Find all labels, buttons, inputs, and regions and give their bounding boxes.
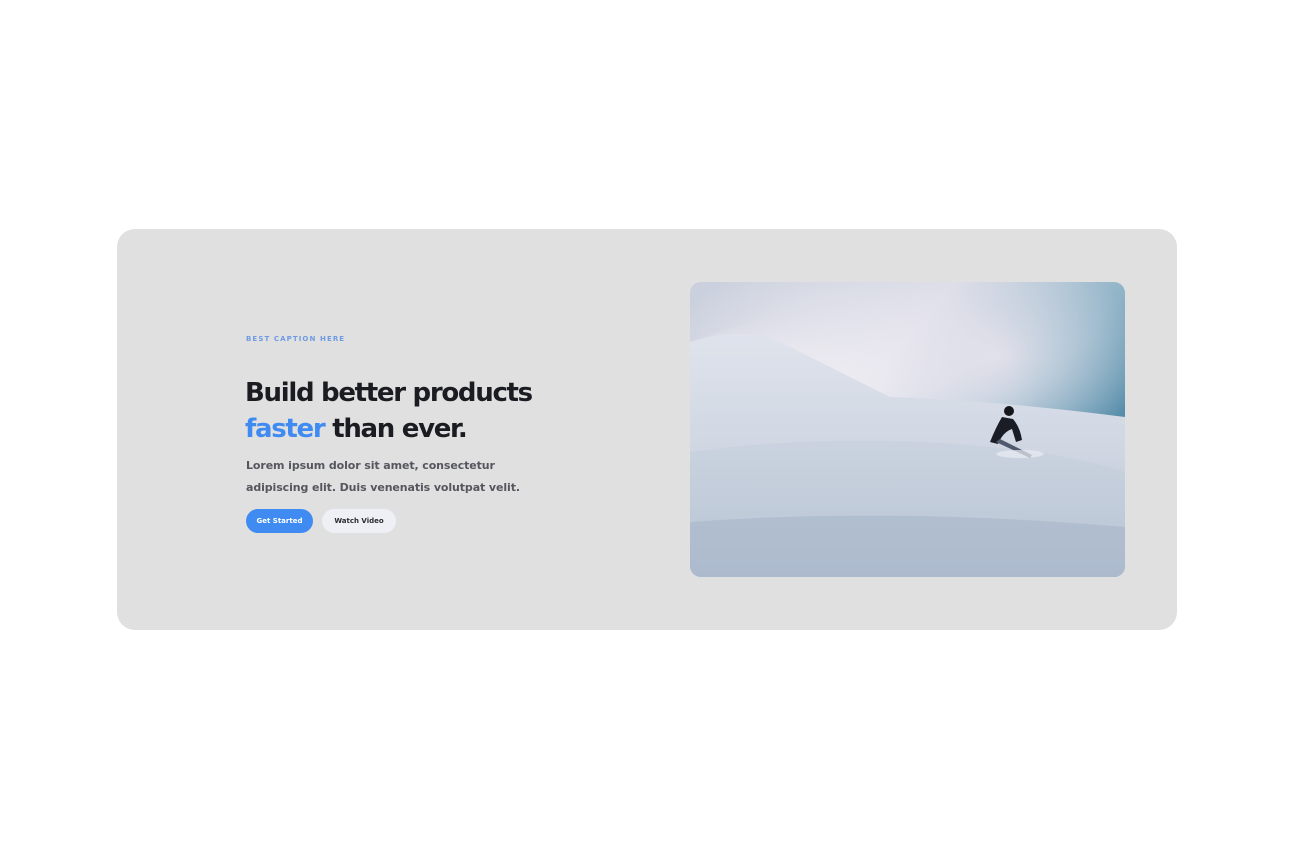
hero-caption: BEST CAPTION HERE	[246, 335, 346, 343]
get-started-button[interactable]: Get Started	[246, 509, 313, 533]
hero-section: BEST CAPTION HERE Build better products …	[117, 229, 1177, 630]
hero-description: Lorem ipsum dolor sit amet, consectetur …	[246, 459, 520, 494]
headline-line-1: Build better products	[245, 378, 533, 408]
headline-accent: faster	[245, 414, 326, 444]
hero-headline: Build better products faster than ever.	[245, 375, 533, 447]
hero-image	[690, 282, 1125, 577]
watch-video-button[interactable]: Watch Video	[322, 509, 396, 533]
headline-rest: than ever.	[332, 414, 468, 444]
